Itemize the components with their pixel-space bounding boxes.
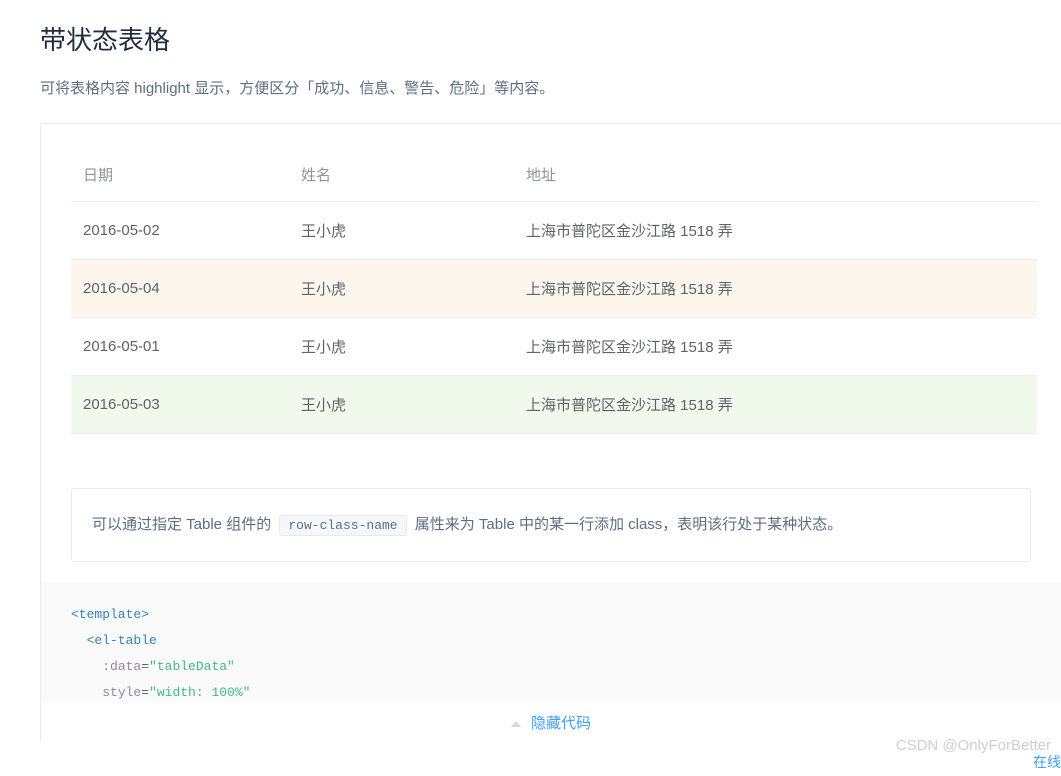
cell-name: 王小虎 xyxy=(291,202,516,260)
table-row: 2016-05-04王小虎上海市普陀区金沙江路 1518 弄 xyxy=(71,260,1037,318)
cell-date: 2016-05-01 xyxy=(71,318,291,376)
table-row: 2016-05-01王小虎上海市普陀区金沙江路 1518 弄 xyxy=(71,318,1037,376)
cell-address: 上海市普陀区金沙江路 1518 弄 xyxy=(516,260,1037,318)
cell-date: 2016-05-02 xyxy=(71,202,291,260)
cell-name: 王小虎 xyxy=(291,318,516,376)
usage-note: 可以通过指定 Table 组件的 row-class-name 属性来为 Tab… xyxy=(71,488,1031,562)
caret-up-icon xyxy=(511,721,521,727)
code-snippet: <template> <el-table :data="tableData" s… xyxy=(41,582,1061,702)
cell-date: 2016-05-04 xyxy=(71,260,291,318)
status-table: 日期 姓名 地址 2016-05-02王小虎上海市普陀区金沙江路 1518 弄2… xyxy=(71,148,1037,434)
cell-name: 王小虎 xyxy=(291,376,516,434)
cell-address: 上海市普陀区金沙江路 1518 弄 xyxy=(516,376,1037,434)
demo-block: 日期 姓名 地址 2016-05-02王小虎上海市普陀区金沙江路 1518 弄2… xyxy=(40,123,1061,743)
online-link[interactable]: 在线 xyxy=(1033,752,1061,772)
cell-address: 上海市普陀区金沙江路 1518 弄 xyxy=(516,318,1037,376)
cell-address: 上海市普陀区金沙江路 1518 弄 xyxy=(516,202,1037,260)
page-description: 可将表格内容 highlight 显示，方便区分「成功、信息、警告、危险」等内容… xyxy=(40,77,1061,98)
col-header-address: 地址 xyxy=(516,148,1037,202)
cell-date: 2016-05-03 xyxy=(71,376,291,434)
table-row: 2016-05-03王小虎上海市普陀区金沙江路 1518 弄 xyxy=(71,376,1037,434)
table-header-row: 日期 姓名 地址 xyxy=(71,148,1037,202)
page-title: 带状态表格 xyxy=(40,20,1061,57)
note-pre: 可以通过指定 Table 组件的 xyxy=(92,516,275,533)
table-row: 2016-05-02王小虎上海市普陀区金沙江路 1518 弄 xyxy=(71,202,1037,260)
note-post: 属性来为 Table 中的某一行添加 class，表明该行处于某种状态。 xyxy=(411,516,843,533)
cell-name: 王小虎 xyxy=(291,260,516,318)
col-header-date: 日期 xyxy=(71,148,291,202)
col-header-name: 姓名 xyxy=(291,148,516,202)
demo-content: 日期 姓名 地址 2016-05-02王小虎上海市普陀区金沙江路 1518 弄2… xyxy=(41,124,1061,458)
note-code: row-class-name xyxy=(279,515,406,536)
toggle-label: 隐藏代码 xyxy=(531,715,591,732)
toggle-code-button[interactable]: 隐藏代码 xyxy=(41,702,1061,743)
